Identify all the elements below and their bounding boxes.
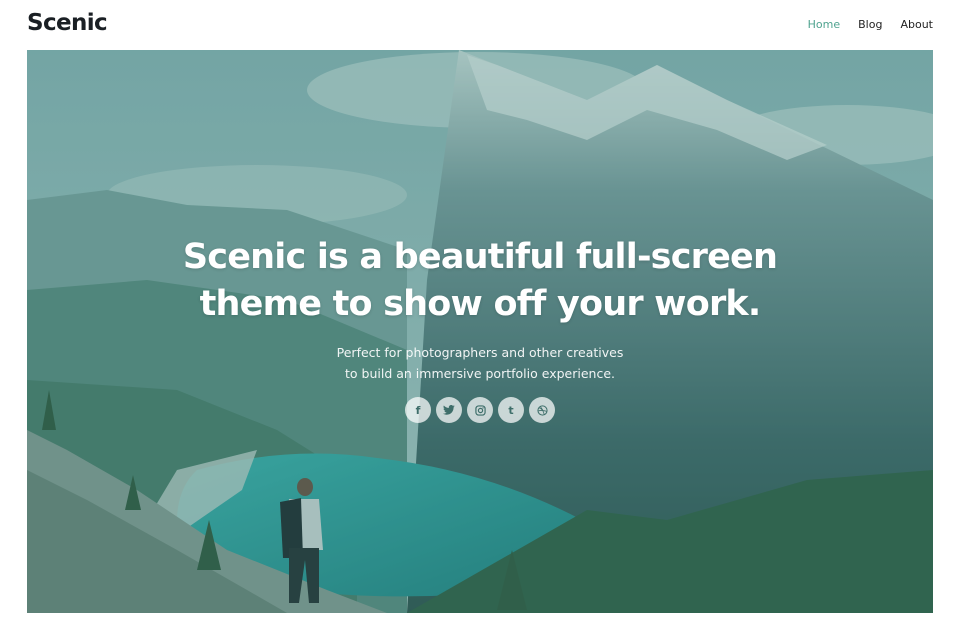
hero-headline-line-1: Scenic is a beautiful full-screen — [182, 237, 778, 277]
social-links: f t — [27, 397, 933, 423]
hero-subheadline: Perfect for photographers and other crea… — [27, 342, 933, 384]
hero-text: Scenic is a beautiful full-screen theme … — [27, 234, 933, 384]
facebook-icon[interactable]: f — [405, 397, 431, 423]
site-logo[interactable]: Scenic — [27, 10, 108, 36]
twitter-bird-icon — [443, 405, 455, 415]
dribbble-icon[interactable] — [529, 397, 555, 423]
hero-subheadline-line-1: Perfect for photographers and other crea… — [336, 345, 624, 360]
nav-item-about[interactable]: About — [900, 18, 933, 31]
twitter-icon[interactable] — [436, 397, 462, 423]
site-header: Scenic Home Blog About — [0, 0, 960, 50]
instagram-icon[interactable] — [467, 397, 493, 423]
dribbble-ball-icon — [536, 404, 548, 416]
tumblr-icon[interactable]: t — [498, 397, 524, 423]
instagram-glyph-icon — [474, 404, 486, 416]
hero-headline-line-2: theme to show off your work. — [199, 284, 762, 324]
main-nav: Home Blog About — [808, 18, 933, 31]
hero-headline: Scenic is a beautiful full-screen theme … — [27, 234, 933, 328]
hero-subheadline-line-2: to build an immersive portfolio experien… — [345, 366, 615, 381]
hero-section: Scenic is a beautiful full-screen theme … — [27, 50, 933, 613]
nav-item-home[interactable]: Home — [808, 18, 840, 31]
nav-item-blog[interactable]: Blog — [858, 18, 882, 31]
